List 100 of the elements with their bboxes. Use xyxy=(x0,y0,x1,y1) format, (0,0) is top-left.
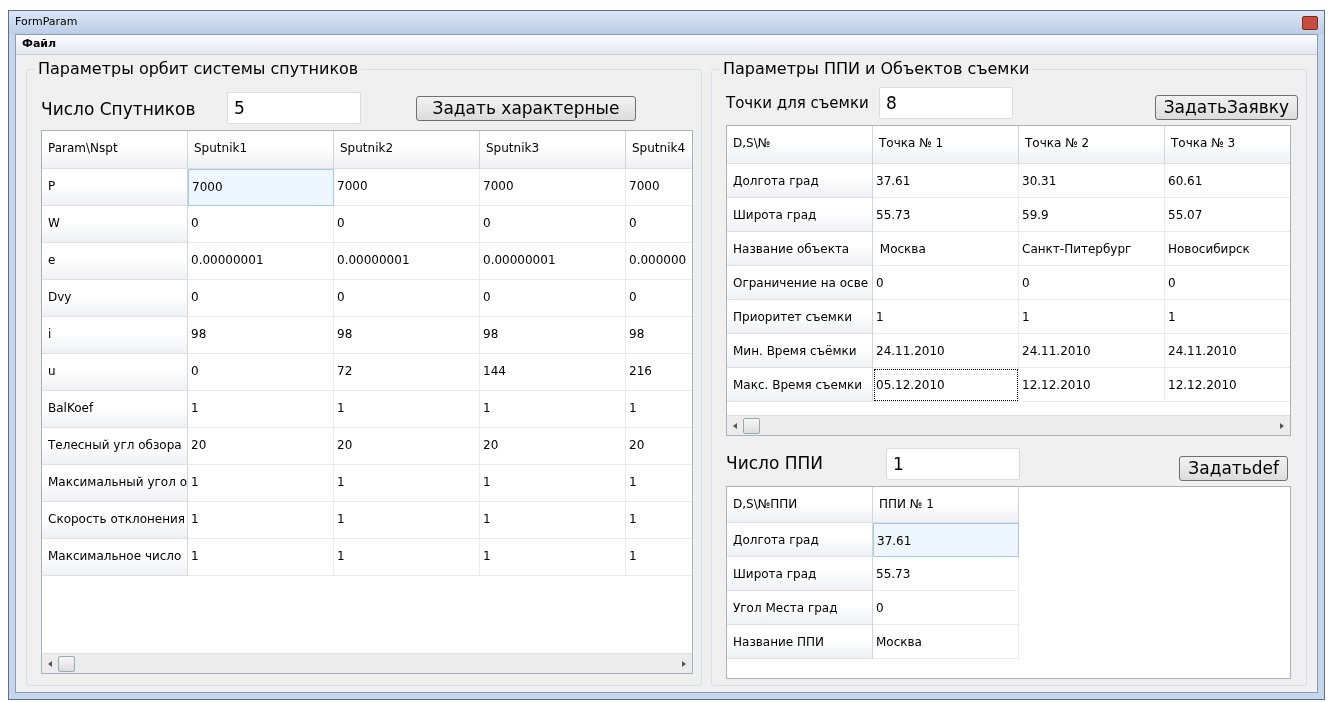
table-cell[interactable]: 1 xyxy=(480,502,626,539)
table-cell[interactable]: 1 xyxy=(188,391,334,428)
table-cell[interactable]: 12.12.2010 xyxy=(1019,368,1165,402)
column-header[interactable]: Sputnik1 xyxy=(188,131,334,169)
close-button[interactable] xyxy=(1302,15,1318,30)
table-cell[interactable]: 0 xyxy=(1019,266,1165,300)
table-cell[interactable]: 12.12.2010 xyxy=(1165,368,1290,402)
scroll-thumb[interactable] xyxy=(58,655,75,672)
column-header[interactable]: Sputnik2 xyxy=(334,131,480,169)
table-cell[interactable]: 7000 xyxy=(480,169,626,206)
row-header[interactable]: Широта град xyxy=(727,557,873,591)
set-button[interactable]: Задатьdef xyxy=(1179,455,1288,481)
column-header[interactable]: Точка № 1 xyxy=(873,126,1019,164)
table-cell[interactable]: 0 xyxy=(1165,266,1290,300)
table-cell[interactable]: 05.12.2010 xyxy=(873,368,1019,402)
set-button[interactable]: Задать характерные xyxy=(416,95,636,121)
row-header[interactable]: u xyxy=(42,354,188,391)
table-cell[interactable]: 24.11.2010 xyxy=(1019,334,1165,368)
row-header[interactable]: Ограничение на осве xyxy=(727,266,873,300)
menu-item[interactable]: Файл xyxy=(22,36,57,53)
scroll-left-icon[interactable] xyxy=(731,421,739,430)
column-header[interactable]: ППИ № 1 xyxy=(873,487,1019,523)
table-cell[interactable]: 0.00000001 xyxy=(188,243,334,280)
scroll-right-icon[interactable] xyxy=(680,659,688,668)
table-cell[interactable]: 20 xyxy=(334,428,480,465)
table-cell[interactable]: 55.73 xyxy=(873,557,1019,591)
table-cell[interactable]: 1 xyxy=(1019,300,1165,334)
row-header[interactable]: Мин. Время съёмки xyxy=(727,334,873,368)
row-header[interactable]: Название ППИ xyxy=(727,625,873,659)
table-cell[interactable]: 1 xyxy=(1165,300,1290,334)
row-header[interactable]: Телесный угл обзора xyxy=(42,428,188,465)
table-cell[interactable]: 24.11.2010 xyxy=(1165,334,1290,368)
table-cell[interactable]: 30.31 xyxy=(1019,164,1165,198)
table-cell[interactable]: 0 xyxy=(480,206,626,243)
row-header[interactable]: Скорость отклонения xyxy=(42,502,188,539)
table-cell[interactable]: 7000 xyxy=(334,169,480,206)
table-cell[interactable]: 37.61 xyxy=(873,523,1019,557)
row-header[interactable]: P xyxy=(42,169,188,206)
table-cell[interactable]: 0 xyxy=(188,280,334,317)
row-header[interactable]: W xyxy=(42,206,188,243)
table-cell[interactable]: 1 xyxy=(334,539,480,576)
column-header[interactable]: Точка № 2 xyxy=(1019,126,1165,164)
set-button[interactable]: ЗадатьЗаявку xyxy=(1154,94,1298,120)
table-cell[interactable]: 0 xyxy=(188,206,334,243)
table-cell[interactable]: Новосибирск xyxy=(1165,232,1290,266)
count-field[interactable]: 5 xyxy=(227,92,361,124)
row-header[interactable]: Максимальный угол о xyxy=(42,465,188,502)
scroll-left-icon[interactable] xyxy=(46,659,54,668)
table-cell[interactable]: 1 xyxy=(480,539,626,576)
points-field[interactable]: 8 xyxy=(879,87,1013,119)
row-header[interactable]: Dvy xyxy=(42,280,188,317)
table-cell[interactable]: 98 xyxy=(480,317,626,354)
row-header[interactable]: Широта град xyxy=(727,198,873,232)
table-cell[interactable]: 1 xyxy=(480,391,626,428)
table-cell[interactable]: 20 xyxy=(480,428,626,465)
scroll-right-icon[interactable] xyxy=(1278,421,1286,430)
table-cell[interactable]: 1 xyxy=(188,465,334,502)
row-header[interactable]: Приоритет съемки xyxy=(727,300,873,334)
table-cell[interactable]: 59.9 xyxy=(1019,198,1165,232)
row-header[interactable]: Максимальное число xyxy=(42,539,188,576)
table-cell[interactable]: 55.73 xyxy=(873,198,1019,232)
row-header[interactable]: BalKoef xyxy=(42,391,188,428)
table-cell[interactable]: 72 xyxy=(334,354,480,391)
table-cell[interactable]: 0.00000001 xyxy=(480,243,626,280)
table-cell[interactable]: 0 xyxy=(480,280,626,317)
table-cell[interactable]: 0 xyxy=(188,354,334,391)
row-header[interactable]: Название объекта xyxy=(727,232,873,266)
table-cell[interactable]: 1 xyxy=(873,300,1019,334)
column-header[interactable]: Sputnik3 xyxy=(480,131,626,169)
table-cell[interactable]: 24.11.2010 xyxy=(873,334,1019,368)
row-header[interactable]: Долгота град xyxy=(727,164,873,198)
row-header[interactable]: Угол Места град xyxy=(727,591,873,625)
table-cell[interactable]: 1 xyxy=(188,539,334,576)
horizontal-scrollbar[interactable] xyxy=(42,653,692,673)
table-cell[interactable]: 1 xyxy=(334,465,480,502)
table-cell[interactable]: 0.00000001 xyxy=(334,243,480,280)
table-cell[interactable]: 98 xyxy=(188,317,334,354)
table-cell[interactable]: 1 xyxy=(480,465,626,502)
table-cell[interactable]: 1 xyxy=(334,502,480,539)
table-cell[interactable]: 7000 xyxy=(188,169,334,206)
table-cell[interactable]: 0 xyxy=(334,280,480,317)
table-cell[interactable]: Москва xyxy=(873,625,1019,659)
table-cell[interactable]: 37.61 xyxy=(873,164,1019,198)
table-cell[interactable]: Санкт-Питербург xyxy=(1019,232,1165,266)
scroll-thumb[interactable] xyxy=(743,417,760,434)
row-header[interactable]: i xyxy=(42,317,188,354)
table-cell[interactable]: 98 xyxy=(334,317,480,354)
table-cell[interactable]: 0 xyxy=(873,266,1019,300)
row-header[interactable]: Макс. Время съемки xyxy=(727,368,873,402)
table-cell[interactable]: Москва xyxy=(873,232,1019,266)
table-cell[interactable]: 1 xyxy=(334,391,480,428)
table-cell[interactable]: 0 xyxy=(873,591,1019,625)
table-cell[interactable]: 0 xyxy=(334,206,480,243)
ppi-field[interactable]: 1 xyxy=(886,448,1020,480)
table-cell[interactable]: 1 xyxy=(188,502,334,539)
table-cell[interactable]: 55.07 xyxy=(1165,198,1290,232)
table-cell[interactable]: 144 xyxy=(480,354,626,391)
row-header[interactable]: Долгота град xyxy=(727,523,873,557)
horizontal-scrollbar[interactable] xyxy=(727,415,1290,435)
row-header[interactable]: e xyxy=(42,243,188,280)
